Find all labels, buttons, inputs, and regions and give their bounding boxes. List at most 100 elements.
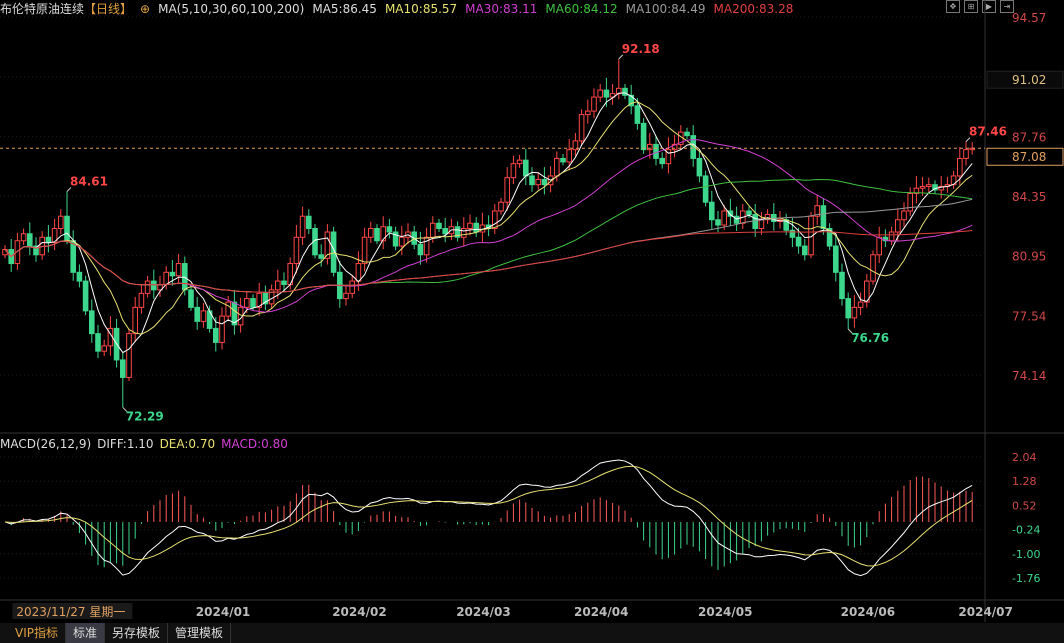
candle-down <box>473 222 479 233</box>
macd-tick-label: -1.76 <box>1012 572 1040 585</box>
macd-tick-label: 1.28 <box>1012 475 1037 488</box>
candle-down <box>82 280 89 312</box>
candle-up <box>293 236 300 265</box>
crosshair-price-label: 91.02 <box>1012 73 1046 87</box>
candle-up <box>758 219 765 230</box>
candle-up <box>299 215 306 238</box>
price-chart[interactable]: 94.5791.1687.7684.3580.9577.5474.142.041… <box>0 0 1064 622</box>
macd-params[interactable]: MACD(26,12,9) <box>0 437 91 451</box>
candle-up <box>349 280 355 294</box>
candle-up <box>907 192 914 212</box>
candle-down <box>845 298 852 319</box>
candle-up <box>888 231 895 242</box>
candle-up <box>144 280 151 294</box>
tab-vip[interactable]: VIP指标 <box>8 623 66 643</box>
date-tick-label: 2024/01 <box>196 605 250 619</box>
candle-down <box>151 280 157 291</box>
candle-up <box>535 178 542 186</box>
candle-down <box>417 243 424 256</box>
price-tick-label: 74.14 <box>1012 369 1046 383</box>
candle-up <box>591 96 597 112</box>
candle-up <box>399 236 405 247</box>
candle-up <box>516 159 523 165</box>
date-tick-label: 2024/07 <box>958 605 1012 619</box>
candle-down <box>603 89 610 98</box>
candle-up <box>138 292 145 308</box>
candle-down <box>746 210 752 215</box>
candle-down <box>802 245 808 256</box>
candle-down <box>169 271 176 277</box>
candle-down <box>789 229 796 238</box>
candle-down <box>634 105 641 124</box>
macd-header: MACD(26,12,9) DIFF:1.10 DEA:0.70 MACD:0.80 <box>0 437 294 451</box>
candle-up <box>510 163 517 179</box>
candle-up <box>901 210 907 221</box>
candle-down <box>696 157 703 177</box>
candle-up <box>721 210 728 226</box>
candle-down <box>795 236 802 247</box>
candle-down <box>89 310 95 335</box>
candle-down <box>374 228 380 242</box>
candle-down <box>833 245 839 273</box>
candle-up <box>926 184 932 187</box>
date-tick-label: 2024/04 <box>574 605 628 619</box>
candle-down <box>95 333 101 352</box>
tab-standard[interactable]: 标准 <box>66 623 106 643</box>
candle-down <box>442 228 448 235</box>
candle-up <box>467 222 473 230</box>
candle-down <box>622 87 628 96</box>
candle-down <box>715 219 721 226</box>
diff-value: DIFF:1.10 <box>97 437 154 451</box>
date-tick-label: 2024/02 <box>332 605 386 619</box>
candle-up <box>101 345 108 352</box>
macd-tick-label: -0.24 <box>1012 524 1040 537</box>
candle-up <box>200 310 207 322</box>
last-price-label: 87.08 <box>1012 150 1046 164</box>
candle-up <box>504 177 510 203</box>
price-tick-label: 84.35 <box>1012 190 1046 204</box>
candle-up <box>361 236 368 265</box>
candle-up <box>597 89 604 98</box>
template-tabs: VIP指标 标准 另存模板 管理模板 <box>0 623 1064 643</box>
candle-up <box>430 222 436 238</box>
candle-down <box>306 215 312 230</box>
price-tick-label: 80.95 <box>1012 250 1046 264</box>
tab-manage-template[interactable]: 管理模板 <box>168 623 232 643</box>
macd-value: MACD:0.80 <box>221 437 288 451</box>
extreme-label: 87.46 <box>969 125 1007 139</box>
extreme-label: 72.29 <box>126 409 164 423</box>
candle-up <box>566 149 573 163</box>
candle-up <box>244 298 250 308</box>
price-tick-label: 94.57 <box>1012 11 1046 25</box>
candle-down <box>733 215 740 224</box>
candle-down <box>529 175 535 186</box>
macd-tick-label: 0.52 <box>1012 499 1037 512</box>
macd-tick-label: -1.00 <box>1012 548 1040 561</box>
candle-up <box>163 271 169 286</box>
date-tick-label: 2024/06 <box>841 605 895 619</box>
candle-up <box>58 215 64 230</box>
candle-up <box>647 143 653 151</box>
candle-down <box>188 289 194 308</box>
candle-up <box>225 301 231 317</box>
candle-down <box>709 201 715 221</box>
candle-down <box>839 271 845 300</box>
candle-up <box>219 315 225 343</box>
tab-save-template[interactable]: 另存模板 <box>105 623 169 643</box>
candle-down <box>820 205 827 230</box>
candle-up <box>132 306 138 335</box>
candle-up <box>963 149 969 159</box>
extreme-label: 84.61 <box>70 175 108 189</box>
candle-up <box>857 301 864 308</box>
date-tick-label: 2024/05 <box>698 605 752 619</box>
candle-up <box>126 333 132 378</box>
candle-down <box>523 159 529 177</box>
extreme-label: 76.76 <box>851 331 889 345</box>
candle-down <box>64 215 70 242</box>
candle-down <box>702 175 709 203</box>
candle-down <box>541 178 548 186</box>
candle-down <box>250 298 256 308</box>
candle-down <box>560 157 566 163</box>
candle-down <box>213 327 219 343</box>
candle-down <box>659 157 666 165</box>
